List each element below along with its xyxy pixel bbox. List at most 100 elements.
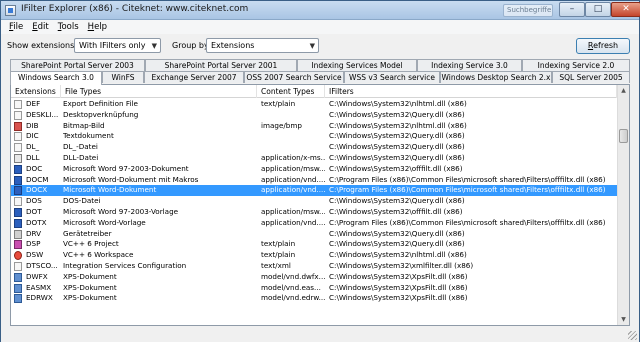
cell-file-type: Gerätetreiber [63, 228, 112, 238]
menu-tools[interactable]: Tools [55, 20, 85, 34]
cell-extension: DOCM [26, 174, 49, 184]
list-header: Extensions File Types Content Types IFil… [11, 85, 617, 98]
cell-content-type: image/bmp [261, 120, 302, 130]
cell-file-type: Textdokument [63, 131, 114, 141]
cell-content-type: application/vnd.... [261, 217, 325, 227]
cell-extension: DLL [26, 153, 40, 162]
col-file-types[interactable]: File Types [61, 85, 257, 98]
cell-content-type: text/xml [261, 261, 291, 270]
tab-row-bottom: Windows Search 3.0 WinFS Exchange Server… [10, 71, 630, 85]
cell-content-type: model/vnd.dwfx... [261, 271, 325, 281]
cell-ifilter: C:\Program Files (x86)\Common Files\micr… [329, 185, 606, 195]
tab-wds-2x[interactable]: Windows Desktop Search 2.x [440, 71, 552, 83]
file-type-icon [14, 154, 22, 163]
cell-file-type: XPS-Dokument [63, 293, 117, 303]
close-button[interactable]: ✕ [611, 2, 640, 17]
tab-indexing-2[interactable]: Indexing Service 2.0 [522, 59, 630, 71]
cell-content-type: application/msw... [261, 163, 325, 173]
ifilter-list[interactable]: Extensions File Types Content Types IFil… [10, 84, 630, 326]
chevron-down-icon: ▼ [151, 42, 157, 50]
file-type-icon [14, 197, 22, 207]
cell-file-type: Desktopverknüpfung [63, 109, 139, 119]
minimize-button[interactable]: – [559, 2, 585, 17]
menu-help[interactable]: Help [85, 20, 113, 34]
refresh-label: efresh [593, 41, 619, 50]
col-extensions[interactable]: Extensions [11, 85, 61, 98]
group-by-select[interactable]: Extensions ▼ [206, 38, 319, 53]
tab-sql-2005[interactable]: SQL Server 2005 [552, 71, 630, 83]
cell-content-type: text/plain [261, 239, 296, 249]
title-bar[interactable]: IFilter Explorer (x86) - Citeknet: www.c… [1, 1, 640, 20]
menu-file[interactable]: File [6, 20, 29, 34]
cell-file-type: VC++ 6 Workspace [63, 250, 134, 260]
scroll-thumb[interactable] [619, 129, 628, 143]
table-row[interactable]: EDRWX XPS-Dokument model/vnd.edrw... C:\Win… [11, 293, 617, 304]
cell-file-type: XPS-Dokument [63, 271, 117, 281]
table-row[interactable]: DSP VC++ 6 Project text/plain C:\Windows\Sy… [11, 239, 617, 250]
cell-extension: DOTX [26, 217, 47, 227]
tab-windows-search-3[interactable]: Windows Search 3.0 [10, 71, 102, 85]
cell-file-type: DOS-Datei [63, 196, 101, 206]
tab-oss-2007[interactable]: OSS 2007 Search Service [244, 71, 344, 83]
table-row[interactable]: DOC Microsoft Word 97-2003-Dokument applic… [11, 164, 617, 175]
cell-content-type: application/vnd.... [261, 185, 325, 195]
tab-wss-v3[interactable]: WSS v3 Search service [344, 71, 440, 83]
table-row[interactable]: DIB Bitmap-Bild image/bmp C:\Windows\System… [11, 121, 617, 132]
tab-indexing-3[interactable]: Indexing Service 3.0 [417, 59, 522, 71]
table-row[interactable]: DSW VC++ 6 Workspace text/plain C:\Windows\… [11, 250, 617, 261]
cell-ifilter: C:\Windows\System32\Query.dll (x86) [329, 239, 465, 249]
refresh-button[interactable]: Refresh [576, 38, 630, 54]
col-content-types[interactable]: Content Types [257, 85, 325, 98]
file-type-icon [14, 251, 22, 261]
table-row[interactable]: DIC Textdokument C:\Windows\System32\Query… [11, 131, 617, 142]
maximize-button[interactable]: □ [585, 2, 611, 17]
cell-content-type [261, 131, 325, 142]
tab-sharepoint-2003[interactable]: SharePoint Portal Server 2003 [10, 59, 145, 71]
table-row[interactable]: DL_ DL_-Datei C:\Windows\System32\Query.dl… [11, 142, 617, 153]
main-window: IFilter Explorer (x86) - Citeknet: www.c… [0, 0, 640, 342]
table-row[interactable]: EASMX XPS-Dokument model/vnd.eas... C:\Wind… [11, 283, 617, 294]
cell-extension: DOCX [26, 185, 48, 195]
file-type-icon [14, 240, 22, 250]
tab-exchange-2007[interactable]: Exchange Server 2007 [144, 71, 244, 83]
menu-edit[interactable]: Edit [29, 20, 54, 34]
table-row[interactable]: DLL DLL-Datei application/x-ms... C:\Window… [11, 153, 617, 164]
vertical-scrollbar[interactable]: ▲ ▼ [617, 85, 629, 325]
table-row[interactable]: DTSCO... Integration Services Configurati… [11, 261, 617, 272]
col-ifilters[interactable]: IFilters [325, 85, 617, 98]
status-bar [1, 329, 639, 342]
table-row[interactable]: DOCX Microsoft Word-Dokument application/v… [11, 185, 617, 197]
cell-ifilter: C:\Windows\System32\nlhtml.dll (x86) [329, 250, 467, 260]
table-row[interactable]: DRV Gerätetreiber C:\Windows\System32\Quer… [11, 229, 617, 240]
show-extensions-label: Show extensions: [7, 41, 77, 50]
cell-ifilter: C:\Windows\System32\XpsFilt.dll (x86) [329, 282, 468, 292]
cell-extension: DOC [26, 163, 43, 173]
show-extensions-select[interactable]: With IFilters only ▼ [74, 38, 161, 53]
resize-grip-icon[interactable] [628, 331, 637, 340]
cell-extension: DL_ [26, 142, 40, 152]
tab-indexing-model[interactable]: Indexing Services Model [297, 59, 417, 71]
table-row[interactable]: DOS DOS-Datei C:\Windows\System32\Query.dl… [11, 196, 617, 207]
chevron-down-icon: ▼ [309, 42, 315, 50]
cell-extension: EASMX [26, 282, 52, 292]
cell-content-type [261, 229, 325, 240]
cell-extension: DIC [26, 131, 39, 141]
tab-sharepoint-2001[interactable]: SharePoint Portal Server 2001 [145, 59, 297, 71]
title-search-box[interactable]: Suchbegriffe [503, 4, 553, 17]
group-by-label: Group by: [172, 41, 211, 50]
scroll-up-button[interactable]: ▲ [618, 85, 629, 96]
tab-winfs[interactable]: WinFS [102, 71, 144, 83]
menu-edit-label: dit [37, 22, 49, 32]
table-row[interactable]: DOT Microsoft Word 97-2003-Vorlage applica… [11, 207, 617, 218]
file-type-icon [14, 132, 22, 142]
file-type-icon [14, 100, 22, 109]
file-type-icon [14, 186, 22, 196]
file-type-icon [14, 121, 22, 131]
scroll-down-button[interactable]: ▼ [618, 314, 629, 325]
table-row[interactable]: DOTX Microsoft Word-Vorlage application/vn… [11, 218, 617, 229]
table-row[interactable]: DESKLI... Desktopverknüpfung C:\Windows\Sy… [11, 110, 617, 121]
table-row[interactable]: DWFX XPS-Dokument model/vnd.dwfx... C:\Wind… [11, 272, 617, 283]
cell-extension: DSW [26, 250, 44, 260]
table-row[interactable]: DEF Export Definition File text/plain C:\Wi… [11, 99, 617, 110]
table-row[interactable]: DOCM Microsoft Word-Dokument mit Makros ap… [11, 175, 617, 186]
